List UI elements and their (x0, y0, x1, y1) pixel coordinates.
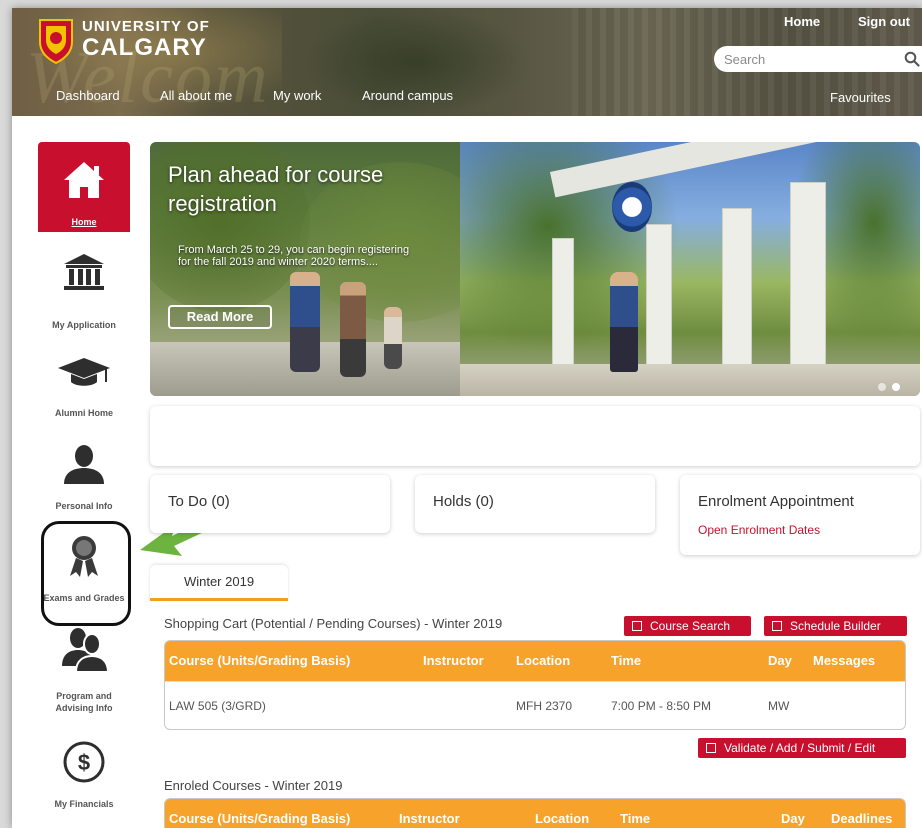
search-box (714, 46, 922, 72)
sidebar-item-label: My Financials (54, 799, 114, 809)
enrolled-courses-table: Course (Units/Grading Basis) Instructor … (164, 798, 906, 828)
shopping-cart-label: Shopping Cart (Potential / Pending Cours… (164, 616, 503, 631)
nav-around-campus[interactable]: Around campus (362, 88, 453, 103)
dollar-coin-icon: $ (63, 741, 105, 783)
svg-text:$: $ (78, 750, 90, 775)
sidebar-item-label: Program and Advising Info (55, 691, 113, 713)
sidebar-item-label: Personal Info (55, 501, 113, 511)
column-header: Messages (813, 653, 876, 668)
course-search-button[interactable]: Course Search (624, 616, 751, 636)
tab-winter-2019[interactable]: Winter 2019 (150, 565, 288, 601)
sidebar-item-personal-info[interactable]: Personal Info (38, 432, 130, 512)
column-header: Instructor (399, 811, 460, 826)
sidebar-item-program-advising[interactable]: Program and Advising Info (38, 620, 130, 713)
open-enrolment-dates-link[interactable]: Open Enrolment Dates (698, 523, 820, 537)
column-header: Location (535, 811, 590, 826)
enrolment-appointment-card: Enrolment Appointment Open Enrolment Dat… (680, 475, 920, 555)
todo-card[interactable]: To Do (0) (150, 475, 390, 533)
table-row[interactable]: LAW 505 (3/GRD) MFH 2370 7:00 PM - 8:50 … (165, 681, 905, 729)
nav-favourites[interactable]: Favourites (830, 90, 891, 105)
todo-count: To Do (0) (168, 493, 230, 510)
schedule-builder-button[interactable]: Schedule Builder (764, 616, 907, 636)
validate-add-submit-edit-button[interactable]: Validate / Add / Submit / Edit (698, 738, 906, 758)
portal-page: Welcom UNIVERSITY OF CALGARY Home Sign o… (12, 8, 922, 828)
schedule-builder-label: Schedule Builder (790, 619, 881, 633)
external-link-icon (632, 621, 642, 631)
sidebar-item-alumni-home[interactable]: Alumni Home (38, 340, 130, 420)
carousel-dot[interactable] (878, 383, 886, 391)
hero-carousel[interactable]: Plan ahead for course registration From … (150, 142, 920, 396)
person-icon (64, 445, 104, 484)
column-header: Time (611, 653, 642, 668)
sign-out-link[interactable]: Sign out (858, 14, 910, 29)
search-input[interactable] (724, 50, 884, 68)
hero-title: Plan ahead for course registration (168, 162, 384, 216)
holds-card[interactable]: Holds (0) (415, 475, 655, 533)
hero-image-campus-gate (460, 142, 920, 396)
university-name[interactable]: UNIVERSITY OF CALGARY (82, 18, 210, 60)
external-link-icon (706, 743, 716, 753)
validate-button-label: Validate / Add / Submit / Edit (724, 741, 876, 755)
time-cell: 7:00 PM - 8:50 PM (611, 699, 712, 713)
column-header: Course (Units/Grading Basis) (169, 811, 351, 826)
column-header: Day (768, 653, 792, 668)
nav-all-about-me[interactable]: All about me (160, 88, 232, 103)
holds-count: Holds (0) (433, 493, 494, 510)
sidebar-item-label: My Application (52, 320, 116, 330)
column-header: Location (516, 653, 571, 668)
nav-my-work[interactable]: My work (273, 88, 321, 103)
course-cell: LAW 505 (3/GRD) (169, 699, 266, 713)
home-icon (64, 162, 104, 198)
search-icon[interactable] (904, 51, 920, 67)
institution-icon (64, 254, 104, 290)
enrolment-title: Enrolment Appointment (698, 493, 854, 510)
sidebar-item-my-financials[interactable]: $ My Financials (38, 728, 130, 809)
read-more-button[interactable]: Read More (168, 305, 272, 329)
column-header: Day (781, 811, 805, 826)
column-header: Course (Units/Grading Basis) (169, 653, 351, 668)
header-banner: Welcom UNIVERSITY OF CALGARY Home Sign o… (12, 8, 922, 116)
sidebar-item-label: Alumni Home (54, 408, 113, 418)
graduation-cap-icon (58, 358, 110, 386)
table-header: Course (Units/Grading Basis) Instructor … (165, 799, 905, 828)
sidebar-item-home[interactable]: Home (38, 142, 130, 232)
day-cell: MW (768, 699, 790, 713)
sidebar-item-label: Home (71, 217, 97, 227)
enrolled-courses-label: Enroled Courses - Winter 2019 (164, 778, 343, 793)
carousel-dots (878, 378, 906, 396)
nav-dashboard[interactable]: Dashboard (56, 88, 120, 103)
carousel-dot-active[interactable] (892, 383, 900, 391)
column-header: Instructor (423, 653, 484, 668)
course-search-label: Course Search (650, 619, 731, 633)
university-crest-logo[interactable] (38, 18, 74, 64)
sidebar-item-my-application[interactable]: My Application (38, 242, 130, 330)
external-link-icon (772, 621, 782, 631)
shopping-cart-table: Course (Units/Grading Basis) Instructor … (164, 640, 906, 730)
table-header: Course (Units/Grading Basis) Instructor … (165, 641, 905, 681)
home-link[interactable]: Home (784, 14, 820, 29)
people-icon (62, 628, 110, 672)
hero-subtitle: From March 25 to 29, you can begin regis… (178, 244, 410, 268)
column-header: Time (620, 811, 651, 826)
location-cell: MFH 2370 (516, 699, 573, 713)
empty-card (150, 406, 920, 466)
annotation-highlight-circle (41, 521, 131, 626)
column-header: Deadlines (831, 811, 893, 826)
university-name-line2: CALGARY (82, 34, 207, 61)
